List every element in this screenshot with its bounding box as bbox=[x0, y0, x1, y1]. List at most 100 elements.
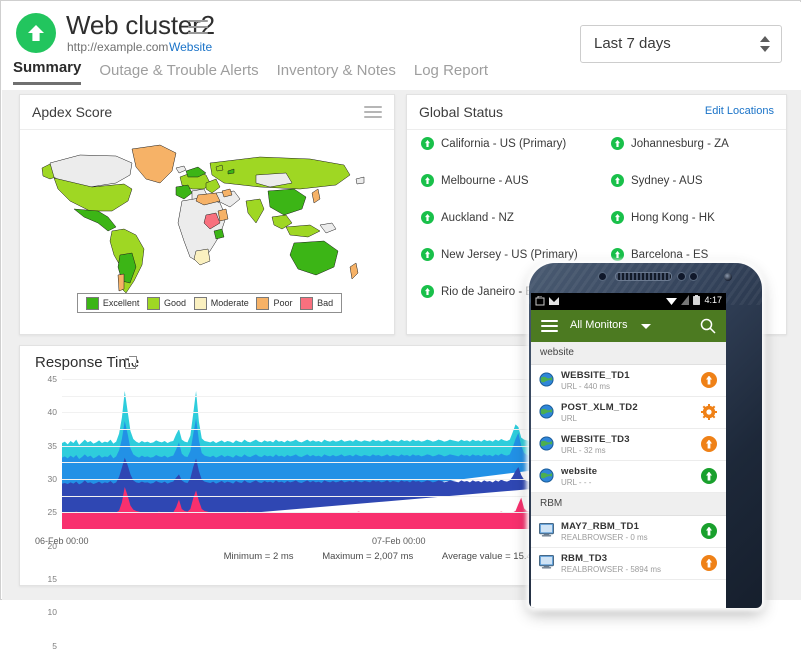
title-hamburger-menu-icon[interactable] bbox=[188, 20, 208, 35]
edit-locations-link[interactable]: Edit Locations bbox=[705, 105, 774, 117]
legend-swatch bbox=[147, 297, 160, 310]
monitor-description: REALBROWSER - 5894 ms bbox=[561, 565, 661, 574]
caret-down-icon[interactable] bbox=[641, 324, 651, 329]
y-axis-tick: 45 bbox=[48, 374, 57, 384]
legend-item-excellent: Excellent bbox=[86, 297, 140, 310]
location-label: Hong Kong - HK bbox=[631, 212, 715, 224]
monitor-name: WEBSITE_TD1 bbox=[561, 370, 630, 381]
legend-swatch bbox=[300, 297, 313, 310]
legend-label: Poor bbox=[273, 298, 292, 308]
monitor-status-icon bbox=[701, 436, 717, 452]
location-item-hong-kong[interactable]: Hong Kong - HK bbox=[611, 211, 715, 224]
phone-earpiece-speaker bbox=[615, 272, 672, 281]
legend-swatch bbox=[86, 297, 99, 310]
monitor-status-icon bbox=[701, 523, 717, 539]
time-range-selector[interactable]: Last 7 days bbox=[580, 25, 782, 63]
location-label: Barcelona - ES bbox=[631, 249, 708, 261]
status-up-icon bbox=[611, 248, 624, 261]
apdex-hamburger-menu-icon[interactable] bbox=[364, 106, 382, 118]
monitor-group-name: RBM bbox=[540, 498, 562, 509]
monitor-status-logo-icon bbox=[16, 13, 56, 53]
monitor-icon bbox=[539, 523, 554, 538]
legend-swatch bbox=[194, 297, 207, 310]
location-label: New Jersey - US (Primary) bbox=[441, 249, 578, 261]
location-item-melbourne[interactable]: Melbourne - AUS bbox=[421, 174, 529, 187]
monitor-description: URL - 32 ms bbox=[561, 446, 606, 455]
monitor-list-item[interactable]: POST_XLM_TD2URL bbox=[531, 397, 726, 429]
y-axis-tick: 10 bbox=[48, 607, 57, 617]
monitor-description: URL bbox=[561, 414, 577, 423]
status-up-icon bbox=[421, 285, 434, 298]
monitor-name: MAY7_RBM_TD1 bbox=[561, 521, 639, 532]
monitor-list-item[interactable]: websiteURL - - - bbox=[531, 461, 726, 493]
world-map-chart bbox=[20, 131, 394, 296]
globe-icon bbox=[539, 436, 554, 451]
monitor-status-icon bbox=[701, 555, 717, 571]
y-axis-tick: 25 bbox=[48, 507, 57, 517]
location-item-sydney[interactable]: Sydney - AUS bbox=[611, 174, 703, 187]
tab-summary[interactable]: Summary bbox=[13, 59, 81, 85]
search-icon[interactable] bbox=[700, 318, 716, 339]
status-bar-right-icons: 4:17 bbox=[666, 295, 722, 305]
global-status-card-header: Global Status Edit Locations bbox=[407, 95, 786, 130]
monitor-name: WEBSITE_TD3 bbox=[561, 434, 630, 445]
wifi-icon bbox=[666, 296, 677, 305]
tab-log-report[interactable]: Log Report bbox=[414, 62, 488, 85]
app-bar: All Monitors bbox=[531, 310, 726, 342]
location-item-rio-de-janeiro[interactable]: Rio de Janeiro - BR bbox=[421, 285, 541, 298]
status-up-arrow-icon bbox=[701, 436, 717, 452]
location-label: California - US (Primary) bbox=[441, 138, 566, 150]
phone-screen: 4:17 All Monitors websiteWEBSITE_TD1URL … bbox=[531, 293, 726, 608]
apdex-legend: Excellent Good Moderate Poor Bad bbox=[77, 293, 342, 313]
external-link-icon[interactable] bbox=[125, 358, 136, 369]
monitor-name: RBM_TD3 bbox=[561, 553, 607, 564]
y-axis-tick: 5 bbox=[52, 641, 57, 651]
mobile-app-overlay: 4:17 All Monitors websiteWEBSITE_TD1URL … bbox=[529, 263, 762, 608]
location-item-new-jersey[interactable]: New Jersey - US (Primary) bbox=[421, 248, 578, 261]
monitor-name: POST_XLM_TD2 bbox=[561, 402, 638, 413]
spinner-updown-icon[interactable] bbox=[760, 36, 770, 52]
location-label: Rio de Janeiro - BR bbox=[441, 286, 541, 298]
status-up-icon bbox=[421, 137, 434, 150]
tab-outage-trouble-alerts[interactable]: Outage & Trouble Alerts bbox=[99, 62, 258, 85]
x-axis-label-mid: 07-Feb 00:00 bbox=[372, 536, 426, 546]
monitor-list-item[interactable]: MAY7_RBM_TD1REALBROWSER - 0 ms bbox=[531, 516, 726, 548]
tab-inventory-notes[interactable]: Inventory & Notes bbox=[277, 62, 396, 85]
phone-sensor-icon bbox=[689, 272, 698, 281]
location-item-auckland[interactable]: Auckland - NZ bbox=[421, 211, 514, 224]
app-hamburger-menu-icon[interactable] bbox=[541, 320, 558, 332]
legend-label: Excellent bbox=[103, 298, 140, 308]
phone-sensor-icon bbox=[677, 272, 686, 281]
monitor-status-icon bbox=[701, 468, 717, 484]
location-item-california[interactable]: California - US (Primary) bbox=[421, 137, 566, 150]
status-up-arrow-icon bbox=[701, 523, 717, 539]
gallery-icon bbox=[549, 296, 559, 306]
monitor-list-item[interactable]: WEBSITE_TD1URL - 440 ms bbox=[531, 365, 726, 397]
page-header: Web cluster2 http://example.com Website … bbox=[2, 2, 801, 90]
response-time-title: Response Time bbox=[35, 354, 139, 371]
monitor-url: http://example.com bbox=[67, 40, 168, 54]
monitor-type-link[interactable]: Website bbox=[169, 40, 212, 54]
monitor-list-item[interactable]: RBM_TD3REALBROWSER - 5894 ms bbox=[531, 548, 726, 580]
y-axis-tick: 40 bbox=[48, 407, 57, 417]
legend-label: Bad bbox=[317, 298, 333, 308]
monitor-list-item[interactable]: WEBSITE_TD3URL - 32 ms bbox=[531, 429, 726, 461]
location-item-johannesburg[interactable]: Johannesburg - ZA bbox=[611, 137, 729, 150]
stat-minimum: Minimum = 2 ms bbox=[224, 551, 294, 562]
location-item-barcelona[interactable]: Barcelona - ES bbox=[611, 248, 708, 261]
status-bar-clock: 4:17 bbox=[704, 295, 722, 305]
legend-item-moderate: Moderate bbox=[194, 297, 249, 310]
monitor-icon bbox=[539, 555, 554, 570]
legend-label: Good bbox=[164, 298, 186, 308]
globe-icon bbox=[539, 372, 554, 387]
signal-icon bbox=[681, 295, 689, 305]
apdex-score-card: Apdex Score bbox=[19, 94, 395, 335]
gear-icon bbox=[701, 404, 717, 420]
location-label: Melbourne - AUS bbox=[441, 175, 529, 187]
monitor-group-name: website bbox=[540, 347, 574, 358]
monitor-status-icon bbox=[701, 404, 717, 420]
status-up-icon bbox=[421, 174, 434, 187]
tab-bar: Summary Outage & Trouble Alerts Inventor… bbox=[13, 59, 506, 85]
legend-label: Moderate bbox=[211, 298, 249, 308]
phone-sensor-icon bbox=[598, 272, 607, 281]
